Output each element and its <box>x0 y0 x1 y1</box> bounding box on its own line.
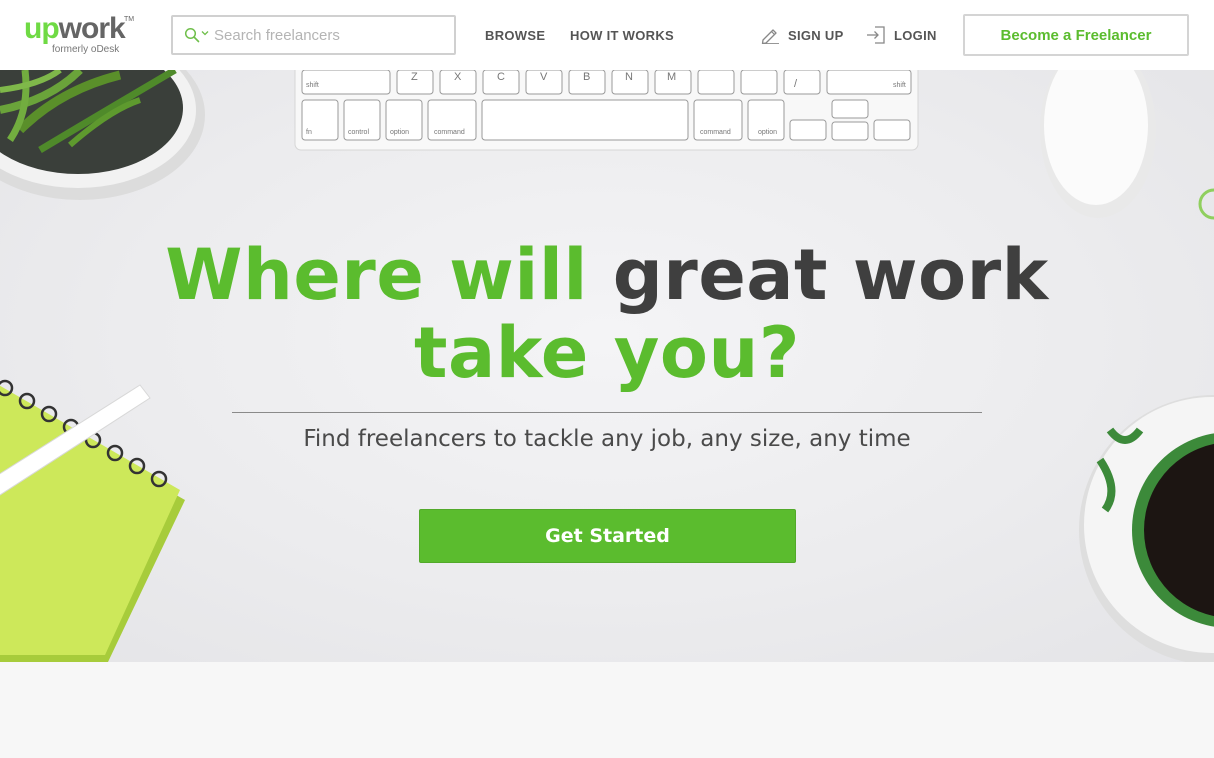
logo-work-text: work <box>58 12 126 45</box>
svg-text:command: command <box>700 129 731 136</box>
hero-headline-line-1: Where will great work <box>0 236 1214 314</box>
logo-up-text: up <box>24 12 60 45</box>
get-started-button[interactable]: Get Started <box>419 509 796 563</box>
pencil-icon <box>761 29 779 44</box>
headline-dark-text: great work <box>612 234 1049 316</box>
top-navigation-bar: upwork TM formerly oDesk BROWSE HOW IT W… <box>0 0 1214 70</box>
nav-browse-link[interactable]: BROWSE <box>485 28 545 43</box>
chevron-down-icon[interactable] <box>200 28 210 38</box>
svg-text:option: option <box>758 129 777 136</box>
logo-wordmark: upwork <box>24 12 126 45</box>
keyboard-decoration: shift shift fn control option command co… <box>294 70 919 151</box>
login-link[interactable]: LOGIN <box>866 24 937 46</box>
svg-text:C: C <box>497 71 505 83</box>
upwork-logo[interactable]: upwork TM formerly oDesk <box>24 14 134 58</box>
svg-text:shift: shift <box>893 82 906 89</box>
nav-how-it-works-link[interactable]: HOW IT WORKS <box>570 28 674 43</box>
logo-trademark: TM <box>124 16 135 23</box>
search-box[interactable] <box>171 15 456 55</box>
headline-divider <box>232 412 982 413</box>
svg-text:control: control <box>348 129 369 136</box>
login-icon <box>867 26 885 44</box>
mouse-decoration <box>1040 70 1156 218</box>
svg-text:M: M <box>667 71 676 83</box>
svg-text:shift: shift <box>306 82 319 89</box>
become-a-freelancer-button[interactable]: Become a Freelancer <box>963 14 1189 56</box>
svg-text:B: B <box>583 71 590 83</box>
below-fold-area <box>0 662 1214 758</box>
sign-up-label: SIGN UP <box>788 27 844 43</box>
headline-green-text: Where will <box>165 234 588 316</box>
plant-decoration <box>0 70 205 200</box>
hero-section: shift shift fn control option command co… <box>0 70 1214 662</box>
sign-up-link[interactable]: SIGN UP <box>760 24 844 46</box>
search-input[interactable] <box>214 22 444 48</box>
svg-text:Z: Z <box>411 71 418 83</box>
svg-text:N: N <box>625 71 633 83</box>
search-icon[interactable] <box>184 27 200 43</box>
svg-text:V: V <box>540 71 548 83</box>
login-label: LOGIN <box>894 27 937 43</box>
svg-text:fn: fn <box>306 129 312 136</box>
notepad-decoration <box>0 379 185 662</box>
hero-headline-line-2: take you? <box>414 312 800 394</box>
svg-text:X: X <box>454 71 462 83</box>
logo-subtitle: formerly oDesk <box>52 44 120 55</box>
hero-subheadline: Find freelancers to tackle any job, any … <box>303 426 911 452</box>
svg-text:command: command <box>434 129 465 136</box>
svg-text:option: option <box>390 129 409 136</box>
